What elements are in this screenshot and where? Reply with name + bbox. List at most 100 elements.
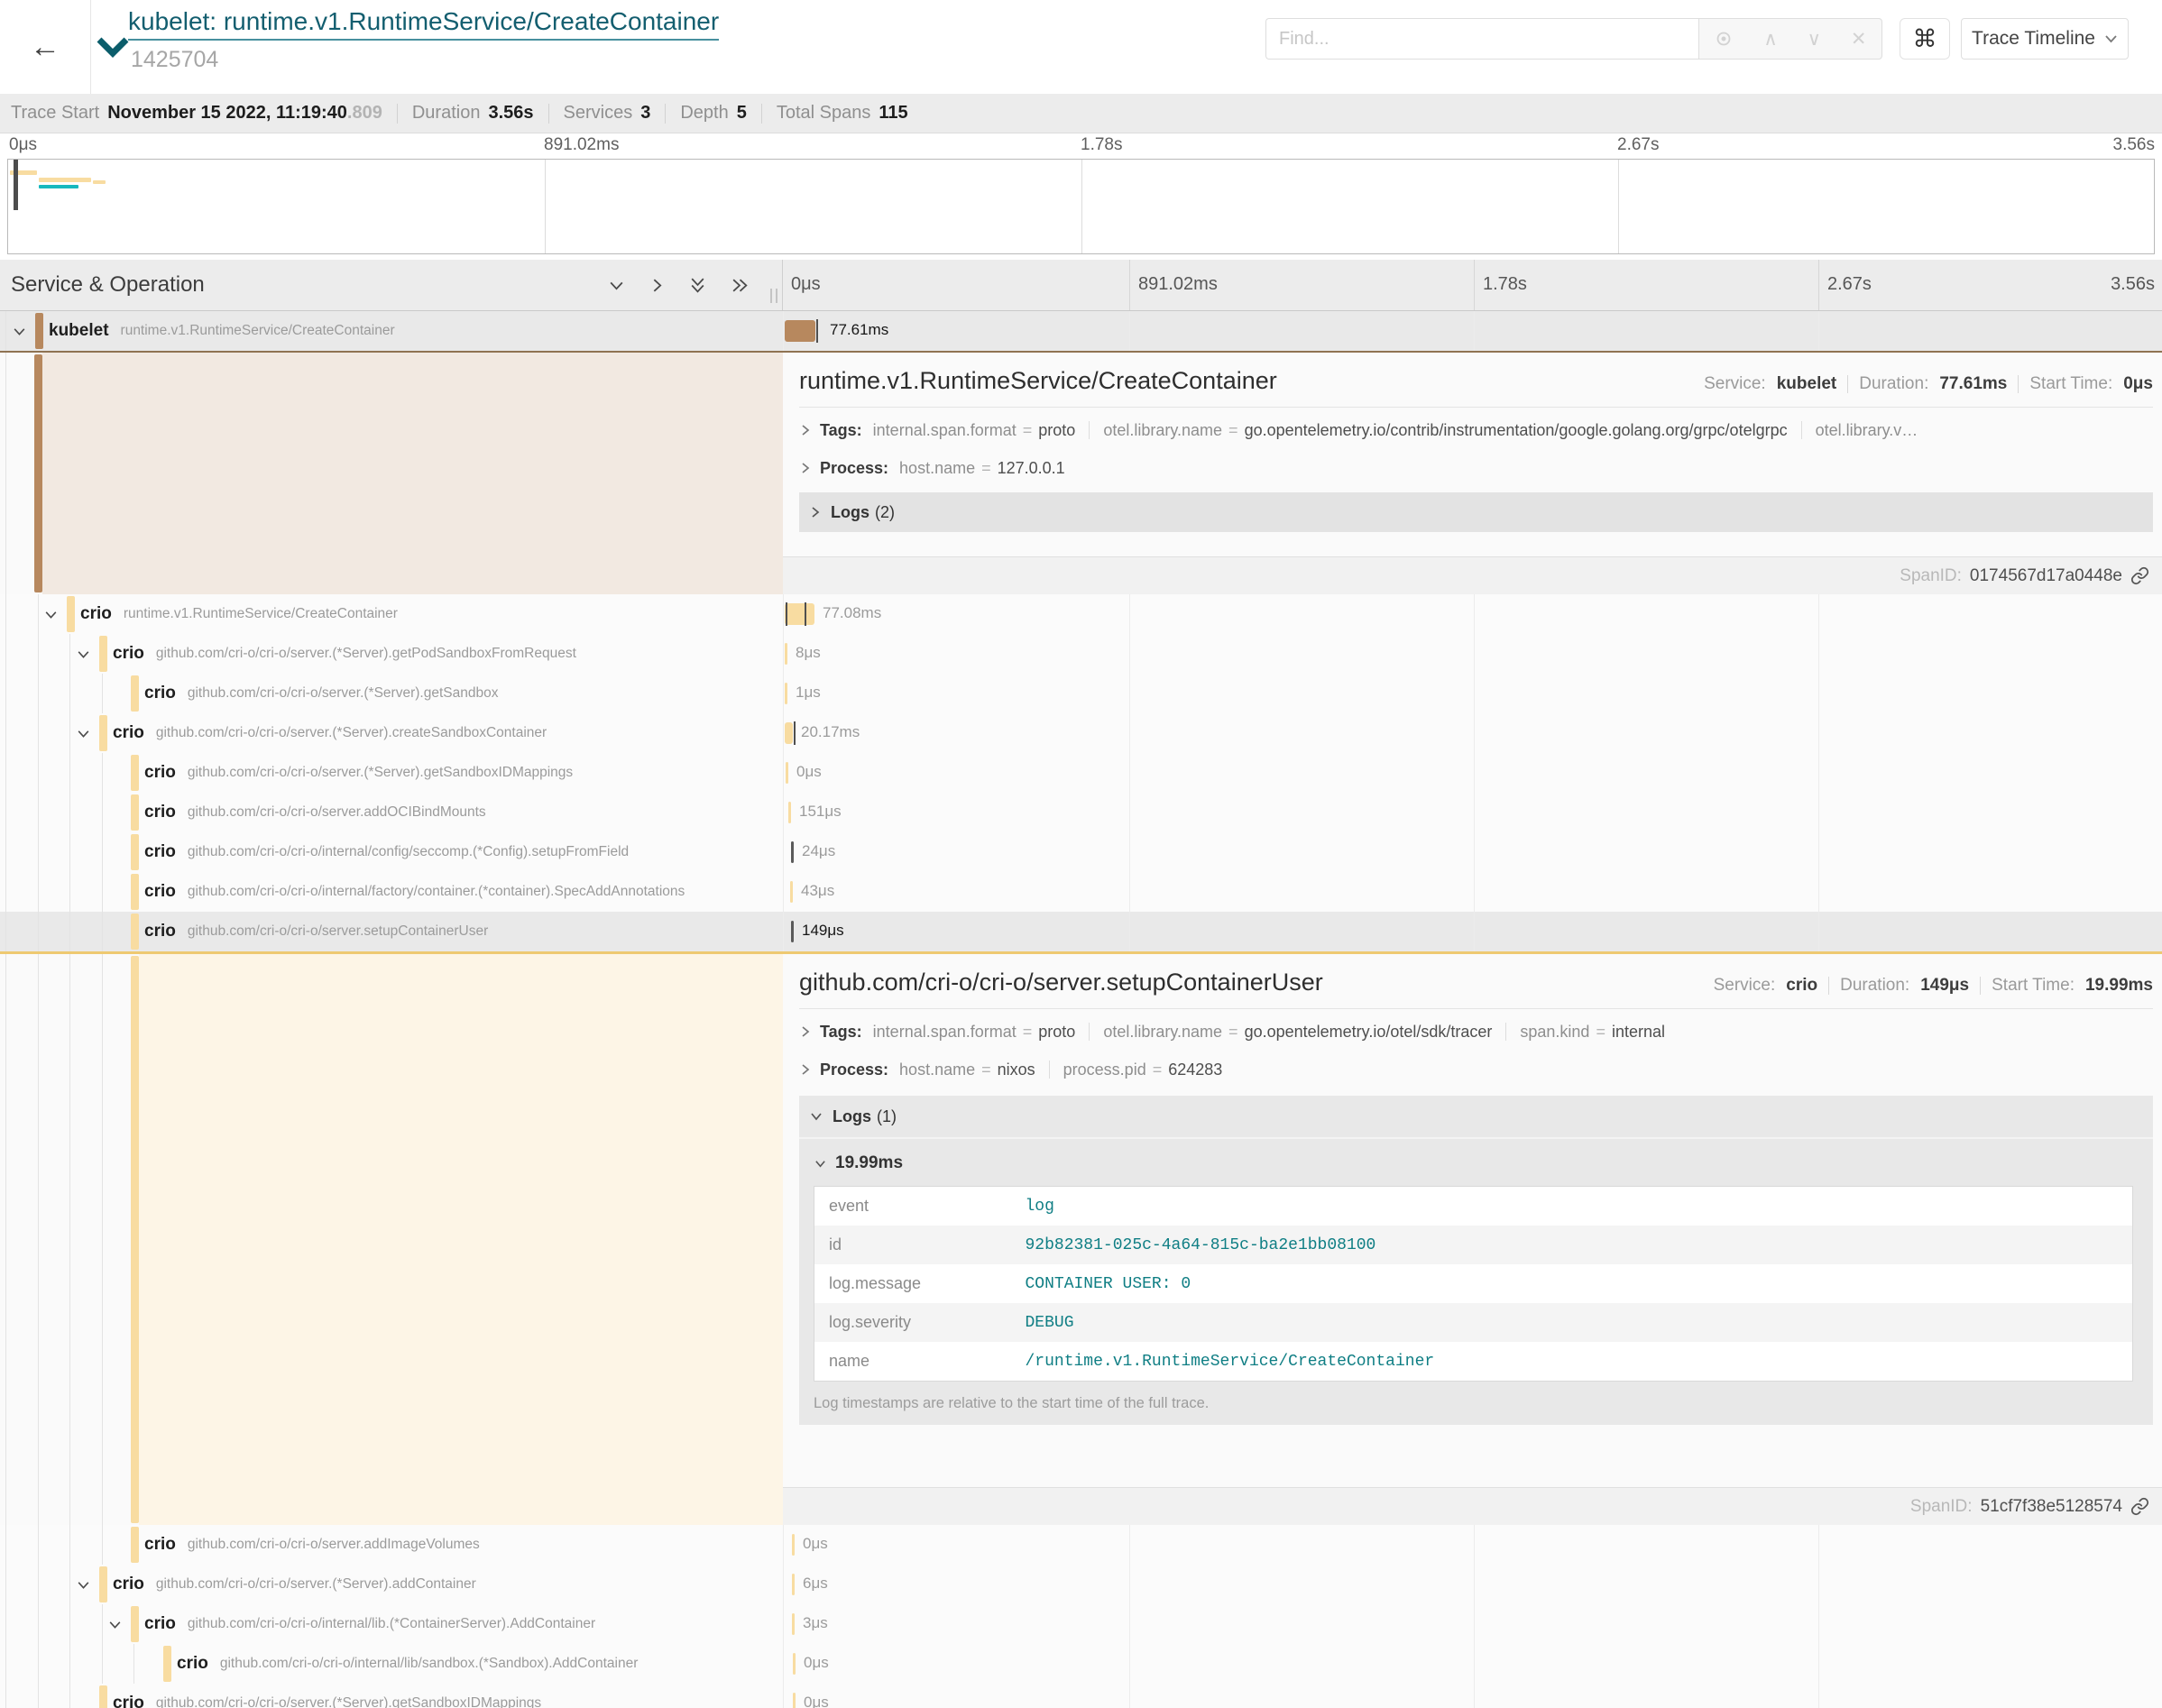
tree-guide — [102, 832, 103, 872]
find-input[interactable] — [1265, 18, 1698, 60]
tree-guide — [38, 713, 39, 753]
tree-guide — [69, 832, 70, 872]
span-color-bar — [99, 636, 107, 672]
span-row[interactable]: crio github.com/cri-o/cri-o/server.(*Ser… — [0, 674, 2162, 713]
span-service: crio — [144, 803, 176, 822]
tags-row[interactable]: Tags: internal.span.format=proto otel.li… — [799, 1016, 2153, 1047]
tags-row[interactable]: Tags: internal.span.format=proto otel.li… — [799, 415, 2153, 445]
span-row-timeline[interactable]: 151μs — [783, 793, 2162, 832]
span-duration-label: 20.17ms — [801, 723, 860, 741]
trace-title-link[interactable]: kubelet: runtime.v1.RuntimeService/Creat… — [128, 7, 719, 41]
log-entry-header[interactable]: 19.99ms — [814, 1153, 2139, 1173]
timeline-gridline — [1474, 753, 1475, 793]
back-button[interactable]: ← — [0, 0, 91, 94]
expander-chevron-icon[interactable] — [76, 726, 91, 741]
span-row[interactable]: crio github.com/cri-o/cri-o/server.(*Ser… — [0, 1684, 2162, 1708]
span-row[interactable]: crio github.com/cri-o/cri-o/server.addIm… — [0, 1525, 2162, 1565]
span-row-timeline[interactable]: 1μs — [783, 674, 2162, 713]
clear-search-icon[interactable]: ✕ — [1851, 28, 1867, 51]
collapse-all-icon[interactable] — [689, 276, 706, 295]
summary-value: 5 — [737, 103, 747, 124]
logs-header-collapsed[interactable]: Logs (2) — [799, 492, 2153, 532]
span-row-timeline[interactable]: 0μs — [783, 1525, 2162, 1565]
span-row[interactable]: crio github.com/cri-o/cri-o/server.(*Ser… — [0, 753, 2162, 793]
timeline-gridline — [1474, 1604, 1475, 1644]
expander-chevron-icon[interactable] — [76, 647, 91, 662]
timeline-gridline — [783, 1525, 784, 1565]
process-label: Process: — [820, 1061, 888, 1079]
span-row[interactable]: crio github.com/cri-o/cri-o/server.addOC… — [0, 793, 2162, 832]
expander-chevron-icon[interactable] — [107, 1617, 123, 1632]
span-row[interactable]: crio github.com/cri-o/cri-o/internal/fac… — [0, 872, 2162, 912]
span-row-timeline[interactable]: 24μs — [783, 832, 2162, 872]
deep-link-icon[interactable] — [2130, 1497, 2149, 1516]
expand-one-icon[interactable] — [649, 277, 665, 294]
timeline-gridline — [1818, 1604, 1819, 1644]
expander-chevron-icon[interactable] — [43, 607, 59, 622]
span-duration-bar — [792, 1534, 795, 1556]
span-row-timeline[interactable]: 77.08ms — [783, 594, 2162, 634]
span-row[interactable]: crio github.com/cri-o/cri-o/internal/lib… — [0, 1644, 2162, 1684]
minimap-viewport-handle[interactable] — [14, 160, 18, 210]
span-row-timeline[interactable]: 77.61ms — [783, 311, 2162, 351]
expand-all-icon[interactable] — [731, 277, 750, 294]
span-row[interactable]: crio github.com/cri-o/cri-o/server.(*Ser… — [0, 713, 2162, 753]
tree-guide — [5, 311, 6, 351]
expander-chevron-icon[interactable] — [12, 324, 27, 339]
span-row-timeline[interactable]: 3μs — [783, 1604, 2162, 1644]
span-row-timeline[interactable]: 6μs — [783, 1565, 2162, 1604]
span-row[interactable]: crio github.com/cri-o/cri-o/internal/lib… — [0, 1604, 2162, 1644]
expander-chevron-icon[interactable] — [76, 1577, 91, 1593]
span-row-timeline[interactable]: 43μs — [783, 872, 2162, 912]
span-row[interactable]: crio github.com/cri-o/cri-o/server.(*Ser… — [0, 634, 2162, 674]
span-row[interactable]: crio github.com/cri-o/cri-o/server.(*Ser… — [0, 1565, 2162, 1604]
separator — [1505, 1023, 1506, 1041]
tick-label: 0μs — [9, 135, 37, 155]
span-operation: github.com/cri-o/cri-o/server.addImageVo… — [188, 1537, 480, 1553]
span-operation: github.com/cri-o/cri-o/internal/config/s… — [188, 844, 629, 860]
tree-guide — [5, 713, 6, 753]
tick-label: 1.78s — [1081, 135, 1122, 155]
span-row-timeline[interactable]: 149μs — [783, 912, 2162, 951]
span-row-timeline[interactable]: 8μs — [783, 634, 2162, 674]
span-row[interactable]: crio github.com/cri-o/cri-o/internal/con… — [0, 832, 2162, 872]
timeline-gridline — [1129, 1604, 1130, 1644]
deep-link-icon[interactable] — [2130, 566, 2149, 585]
trace-summary-bar: Trace Start November 15 2022, 11:19:40 .… — [0, 94, 2162, 133]
chevron-right-icon — [799, 1024, 812, 1039]
span-row[interactable]: crio github.com/cri-o/cri-o/server.setup… — [0, 912, 2162, 951]
log-marker — [794, 721, 796, 745]
span-row[interactable]: kubelet runtime.v1.RuntimeService/Create… — [0, 311, 2162, 351]
span-color-bar — [131, 675, 139, 712]
keyboard-shortcuts-button[interactable]: ⌘ — [1900, 18, 1950, 60]
tree-guide — [38, 912, 39, 951]
span-row[interactable]: crio runtime.v1.RuntimeService/CreateCon… — [0, 594, 2162, 634]
span-duration-bar — [791, 921, 794, 942]
span-service: crio — [144, 1535, 176, 1555]
prev-match-icon[interactable]: ∧ — [1763, 28, 1777, 51]
tree-guide — [102, 954, 103, 1525]
span-row-timeline[interactable]: 0μs — [783, 1684, 2162, 1708]
tree-guide — [38, 634, 39, 674]
process-row[interactable]: Process: host.name=nixos process.pid=624… — [799, 1054, 2153, 1085]
collapse-one-icon[interactable] — [608, 278, 625, 293]
trace-minimap[interactable] — [7, 159, 2155, 254]
next-match-icon[interactable]: ∨ — [1808, 28, 1821, 51]
span-row-timeline[interactable]: 0μs — [783, 753, 2162, 793]
span-duration-bar — [790, 881, 793, 903]
column-resizer[interactable] — [770, 289, 777, 303]
locate-icon[interactable] — [1714, 29, 1734, 49]
span-row-left: crio github.com/cri-o/cri-o/server.(*Ser… — [0, 753, 783, 793]
timeline-header: Service & Operation 0μs 891.02ms 1.78s 2… — [0, 260, 2162, 311]
span-color-bar — [131, 1606, 139, 1642]
spanid-label: SpanID: — [1900, 566, 1962, 586]
tag-value: proto — [1038, 1023, 1075, 1041]
span-row-left: crio github.com/cri-o/cri-o/internal/lib… — [0, 1644, 783, 1684]
tag-key-truncated: otel.library.v… — [1816, 421, 1918, 439]
span-row-timeline[interactable]: 0μs — [783, 1644, 2162, 1684]
spanid-row: SpanID: 51cf7f38e5128574 — [783, 1487, 2162, 1525]
process-row[interactable]: Process: host.name=127.0.0.1 — [799, 453, 2153, 483]
logs-header-expanded[interactable]: Logs (1) — [799, 1096, 2153, 1139]
view-selector-button[interactable]: Trace Timeline — [1961, 18, 2129, 60]
span-row-timeline[interactable]: 20.17ms — [783, 713, 2162, 753]
